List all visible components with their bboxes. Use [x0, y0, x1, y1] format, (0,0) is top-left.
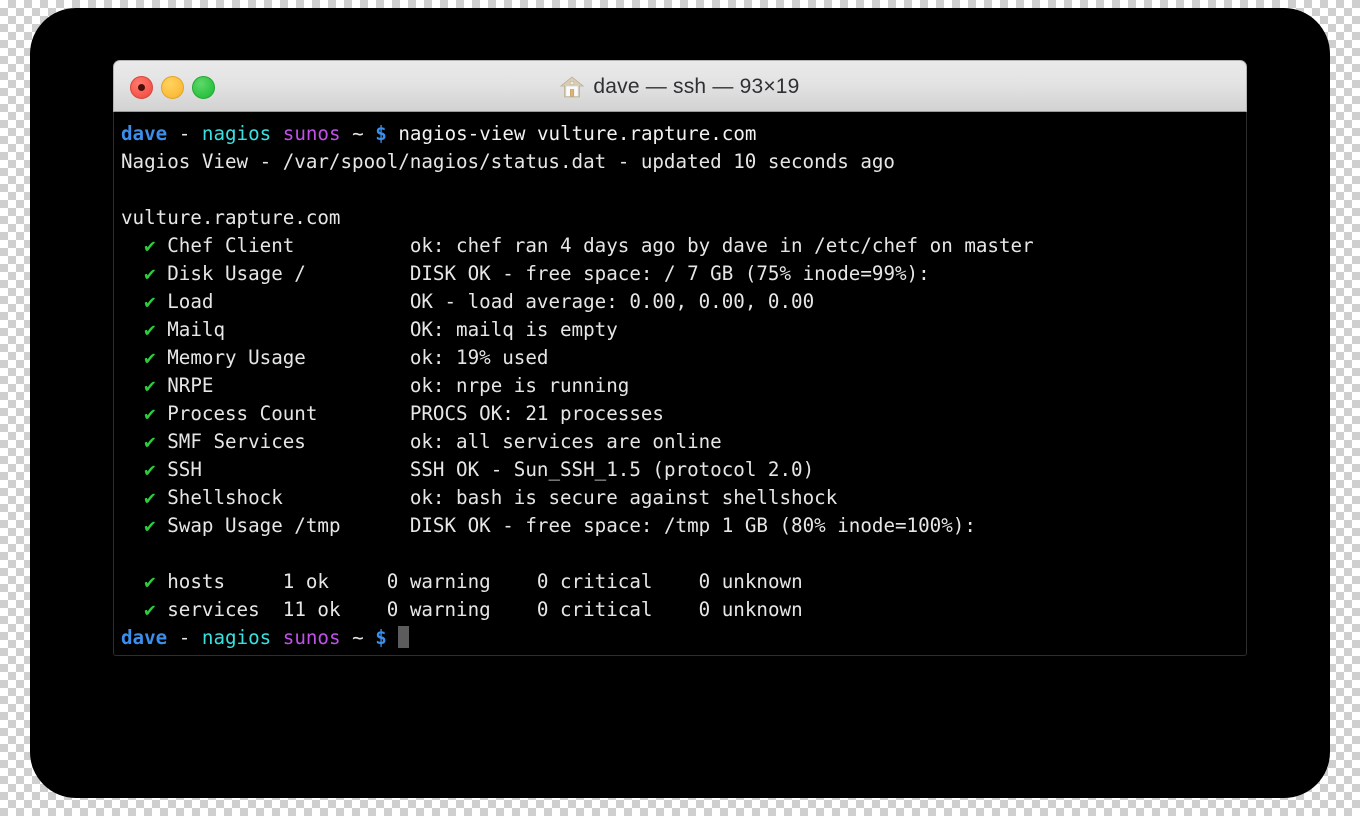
terminal-cursor	[398, 626, 410, 648]
window-titlebar[interactable]: dave — ssh — 93×19	[113, 60, 1247, 112]
terminal-output: dave - nagios sunos ~ $ nagios-view vult…	[121, 120, 1246, 652]
terminal-screen[interactable]: dave - nagios sunos ~ $ nagios-view vult…	[113, 112, 1247, 656]
maximize-button[interactable]	[192, 75, 215, 99]
service-status: ok: chef ran 4 days ago by dave in /etc/…	[409, 234, 1034, 257]
service-name: Mailq	[167, 318, 410, 341]
service-check-icon: ✔	[144, 234, 156, 257]
prompt-symbol: $	[375, 626, 387, 649]
service-status: ok: nrpe is running	[409, 374, 630, 397]
prompt-separator: -	[178, 122, 191, 145]
close-button[interactable]	[130, 75, 153, 99]
service-check-icon: ✔	[144, 402, 156, 425]
summary-warning: 0 warning	[340, 570, 537, 593]
service-name: Chef Client	[167, 234, 410, 257]
window-title: dave — ssh — 93×19	[593, 75, 800, 98]
summary-critical: 0 critical	[536, 570, 699, 593]
service-status: OK: mailq is empty	[409, 318, 618, 341]
prompt-host: nagios	[201, 122, 272, 145]
command-line: nagios-view vulture.rapture.com	[398, 122, 757, 145]
service-status: ok: all services are online	[409, 430, 722, 453]
prompt-os: sunos	[282, 122, 341, 145]
summary-warning: 0 warning	[340, 598, 537, 621]
minimize-button[interactable]	[161, 75, 184, 99]
service-status: ok: 19% used	[409, 346, 549, 369]
prompt-separator: -	[178, 626, 191, 649]
service-status: DISK OK - free space: /tmp 1 GB (80% ino…	[409, 514, 976, 537]
service-status: ok: bash is secure against shellshock	[409, 486, 838, 509]
service-check-icon: ✔	[144, 514, 156, 537]
status-line: Nagios View - /var/spool/nagios/status.d…	[121, 150, 895, 173]
service-name: Disk Usage /	[167, 262, 410, 285]
service-check-icon: ✔	[144, 290, 156, 313]
summary-check-icon: ✔	[144, 570, 156, 593]
hostname-heading: vulture.rapture.com	[121, 206, 341, 229]
service-name: Process Count	[167, 402, 410, 425]
service-check-icon: ✔	[144, 374, 156, 397]
summary-critical: 0 critical	[536, 598, 699, 621]
prompt-host: nagios	[201, 626, 272, 649]
prompt-cwd: ~	[352, 626, 364, 649]
service-check-icon: ✔	[144, 430, 156, 453]
service-name: Load	[167, 290, 410, 313]
window-controls	[130, 61, 215, 113]
prompt-os: sunos	[282, 626, 341, 649]
service-name: Swap Usage /tmp	[167, 514, 410, 537]
service-check-icon: ✔	[144, 486, 156, 509]
summary-ok: 1 ok	[282, 570, 341, 593]
service-check-icon: ✔	[144, 262, 156, 285]
home-icon	[560, 76, 585, 98]
prompt-user: dave	[121, 626, 168, 649]
summary-unknown: 0 unknown	[698, 570, 803, 593]
service-check-icon: ✔	[144, 346, 156, 369]
service-status: PROCS OK: 21 processes	[409, 402, 664, 425]
summary-unknown: 0 unknown	[698, 598, 803, 621]
screenshot-canvas: dave — ssh — 93×19 dave - nagios sunos ~…	[0, 0, 1360, 816]
service-status: SSH OK - Sun_SSH_1.5 (protocol 2.0)	[409, 458, 815, 481]
prompt-user: dave	[121, 122, 168, 145]
service-status: DISK OK - free space: / 7 GB (75% inode=…	[409, 262, 930, 285]
service-name: Shellshock	[167, 486, 410, 509]
prompt-cwd: ~	[352, 122, 364, 145]
summary-label: hosts	[167, 570, 283, 593]
service-status: OK - load average: 0.00, 0.00, 0.00	[409, 290, 815, 313]
service-check-icon: ✔	[144, 458, 156, 481]
service-name: SMF Services	[167, 430, 410, 453]
service-name: SSH	[167, 458, 410, 481]
summary-ok: 11 ok	[282, 598, 341, 621]
service-name: NRPE	[167, 374, 410, 397]
terminal-window: dave — ssh — 93×19 dave - nagios sunos ~…	[113, 60, 1247, 656]
window-title-group: dave — ssh — 93×19	[114, 61, 1246, 113]
summary-label: services	[167, 598, 283, 621]
service-check-icon: ✔	[144, 318, 156, 341]
service-name: Memory Usage	[167, 346, 410, 369]
prompt-symbol: $	[375, 122, 387, 145]
summary-check-icon: ✔	[144, 598, 156, 621]
